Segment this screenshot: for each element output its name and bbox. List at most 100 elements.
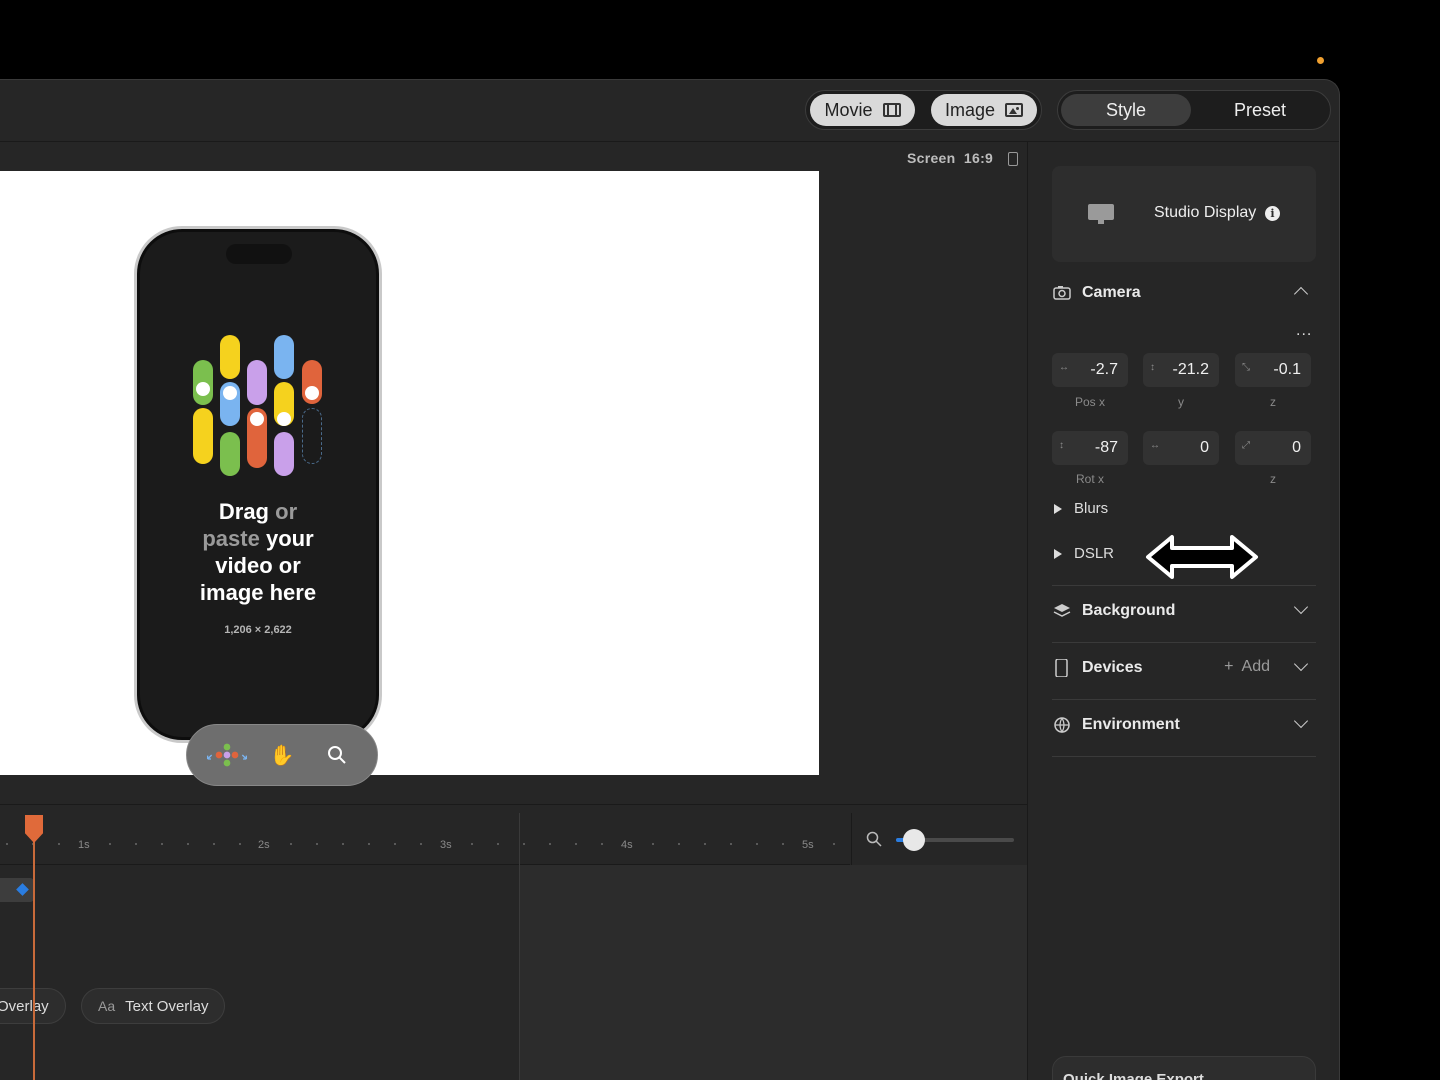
pos-y-field[interactable]: ↕ -21.2 xyxy=(1143,353,1219,387)
tab-image-label: Image xyxy=(944,99,996,120)
rot-z-label: z xyxy=(1270,472,1276,486)
tab-style[interactable]: Style xyxy=(1061,94,1191,126)
device-display-card[interactable]: Studio Display i xyxy=(1052,166,1316,262)
tick-dot xyxy=(575,843,577,845)
horizontal-arrows-icon: ↔ xyxy=(1059,362,1069,373)
devices-section-header[interactable]: Devices + Add xyxy=(1052,653,1316,683)
tick-dot xyxy=(730,843,732,845)
tab-movie-label: Movie xyxy=(824,99,873,120)
tick-dot xyxy=(471,843,473,845)
background-title: Background xyxy=(1082,602,1176,619)
phone-icon xyxy=(1055,659,1068,677)
rot-z-field[interactable]: ⤢ 0 xyxy=(1235,431,1311,465)
pos-x-field[interactable]: ↔ -2.7 xyxy=(1052,353,1128,387)
screen-aspect-label[interactable]: Screen 16:9 xyxy=(907,150,993,166)
timeline-ruler[interactable]: 1s 2s 3s 4s 5s xyxy=(0,813,850,865)
tick-dot xyxy=(678,843,680,845)
tick-dot xyxy=(368,843,370,845)
pos-y-label: y xyxy=(1178,395,1184,409)
info-icon[interactable]: i xyxy=(1265,206,1280,221)
layers-icon xyxy=(1053,604,1071,617)
dslr-disclosure[interactable]: DSLR xyxy=(1054,545,1114,562)
orientation-icon[interactable] xyxy=(1008,152,1018,166)
environment-section-header[interactable]: Environment xyxy=(1052,710,1316,740)
depth-arrows-icon: ⤢ xyxy=(1242,440,1250,451)
keyframe-track[interactable] xyxy=(0,878,34,902)
background-section-header[interactable]: Background xyxy=(1052,596,1316,626)
rot-x-field[interactable]: ↕ -87 xyxy=(1052,431,1128,465)
overlay-chip-label: Overlay xyxy=(0,997,49,1015)
tab-image[interactable]: Image xyxy=(931,94,1037,126)
zoom-tool-button[interactable] xyxy=(315,737,359,773)
move-tool-button[interactable] xyxy=(205,737,249,773)
globe-icon xyxy=(1054,717,1070,734)
devices-title: Devices xyxy=(1082,659,1143,676)
screen-label: Screen xyxy=(907,150,956,166)
tick-dot xyxy=(601,843,603,845)
zoom-slider-thumb[interactable] xyxy=(903,829,925,851)
timeline-split xyxy=(519,813,520,1080)
tick-dot xyxy=(342,843,344,845)
tick-label: 3s xyxy=(440,839,452,851)
text-overlay-chip[interactable]: Aa Text Overlay xyxy=(81,988,226,1024)
playhead-line xyxy=(33,815,35,1080)
mode-segmented-control: Movie Image xyxy=(805,90,1042,130)
dslr-label: DSLR xyxy=(1074,545,1115,562)
timeline-divider xyxy=(0,804,1027,805)
chevron-down-icon[interactable] xyxy=(1293,656,1309,672)
tab-style-label: Style xyxy=(1105,99,1147,120)
camera-section-header[interactable]: Camera xyxy=(1052,278,1316,308)
tick-dot xyxy=(290,843,292,845)
tick-dot xyxy=(704,843,706,845)
tick-dot xyxy=(652,843,654,845)
quick-export-title: Quick Image Export xyxy=(1063,1071,1204,1080)
blurs-disclosure[interactable]: Blurs xyxy=(1054,500,1108,517)
phone-mockup[interactable]: Drag or paste your video or image here 1… xyxy=(134,226,382,743)
rot-y-field[interactable]: ↔ 0 xyxy=(1143,431,1219,465)
search-icon xyxy=(866,831,882,847)
chevron-down-icon[interactable] xyxy=(1293,713,1309,729)
tick-label: 5s xyxy=(802,839,814,851)
camera-icon xyxy=(1053,286,1071,300)
move-arrows-icon xyxy=(206,743,247,767)
drop-instructions: Drag or paste your video or image here xyxy=(199,499,317,605)
disclosure-triangle-icon xyxy=(1054,548,1062,559)
vertical-arrows-icon: ↕ xyxy=(1150,362,1155,373)
quick-image-export-panel[interactable]: Quick Image Export xyxy=(1052,1056,1316,1080)
aspect-label: 16:9 xyxy=(963,150,994,166)
canvas[interactable]: Drag or paste your video or image here 1… xyxy=(0,171,819,775)
tab-preset[interactable]: Preset xyxy=(1194,94,1326,126)
keyframe-marker[interactable] xyxy=(16,883,29,896)
pos-z-field[interactable]: ⤡ -0.1 xyxy=(1235,353,1311,387)
chevron-down-icon[interactable] xyxy=(1293,599,1309,615)
sidebar-divider xyxy=(1027,142,1028,1080)
status-dot xyxy=(1317,57,1324,64)
text-icon: Aa xyxy=(98,998,116,1014)
tick-label: 2s xyxy=(258,839,270,851)
rot-x-label: Rot x xyxy=(1075,472,1104,486)
add-device-button[interactable]: + Add xyxy=(1224,658,1270,676)
film-icon xyxy=(882,103,901,117)
drop-size-hint: 1,206 × 2,622 xyxy=(224,624,292,636)
tick-dot xyxy=(420,843,422,845)
hand-tool-button[interactable]: ✋ xyxy=(260,737,304,773)
vertical-arrows-icon: ↕ xyxy=(1059,440,1064,451)
app-logo-icon xyxy=(193,332,333,482)
chevron-up-icon[interactable] xyxy=(1293,286,1309,302)
pos-z-label: z xyxy=(1270,395,1276,409)
tick-dot xyxy=(549,843,551,845)
depth-arrows-icon: ⤡ xyxy=(1242,362,1250,373)
hand-icon: ✋ xyxy=(269,744,295,767)
phone-screen[interactable]: Drag or paste your video or image here 1… xyxy=(137,229,379,740)
toolbar: Movie Image Style Preset xyxy=(0,80,1339,142)
tick-dot xyxy=(523,843,525,845)
display-name: Studio Display xyxy=(1154,204,1257,221)
timeline-zoom xyxy=(851,813,1027,865)
tick-label: 1s xyxy=(78,839,90,851)
tab-movie[interactable]: Movie xyxy=(810,94,915,126)
tick-dot xyxy=(239,843,241,845)
divider xyxy=(1052,585,1316,586)
tick-dot xyxy=(833,843,835,845)
tick-dot xyxy=(213,843,215,845)
more-options-button[interactable]: ... xyxy=(1296,322,1312,340)
